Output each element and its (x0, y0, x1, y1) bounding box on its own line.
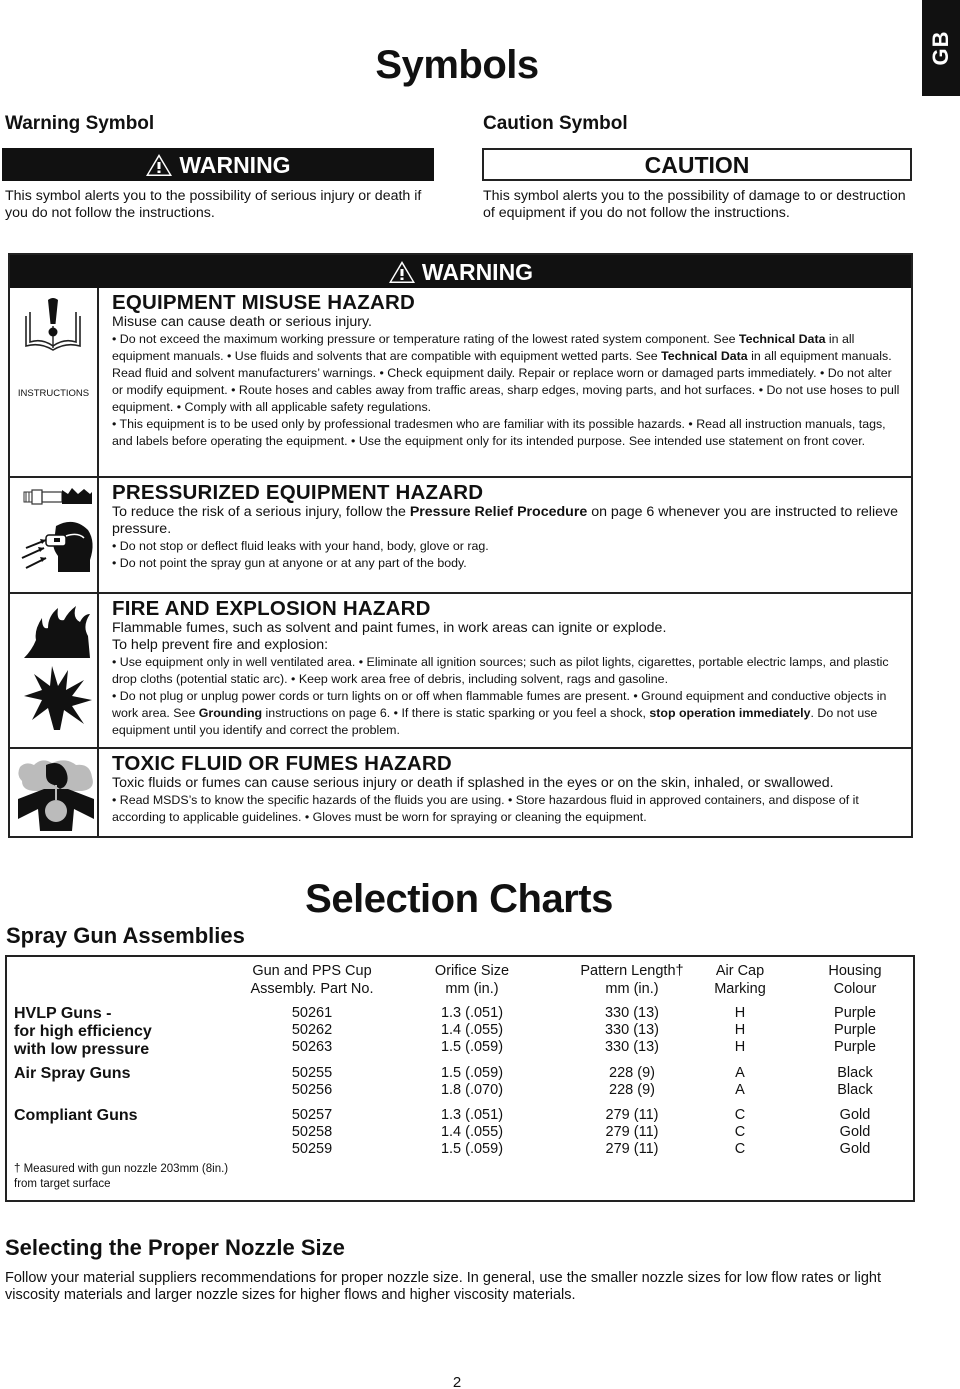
warning-symbol-heading: Warning Symbol (5, 113, 155, 134)
warning-symbol-description: This symbol alerts you to the possibilit… (5, 188, 422, 221)
hazard-body: • Read MSDS’s to know the specific hazar… (112, 793, 859, 824)
table-cell: Gold (839, 1124, 871, 1140)
hazard-body: • Do not exceed the maximum working pres… (112, 332, 900, 448)
table-cell: Purple (834, 1005, 876, 1021)
page-title-selection-charts: Selection Charts (305, 877, 613, 921)
page-title-symbols: Symbols (375, 43, 539, 87)
table-cell: 1.5 (.059) (440, 1141, 504, 1157)
hazard-box-header-label: WARNING (421, 258, 534, 285)
page-number: 2 (452, 1374, 462, 1389)
caution-symbol-heading: Caution Symbol (483, 113, 628, 134)
warning-triangle-icon (145, 153, 173, 177)
hazard-title: EQUIPMENT MISUSE HAZARD (112, 291, 416, 314)
table-cell: 50257 (291, 1107, 333, 1123)
column-header: Housing Colour (828, 963, 882, 997)
hazard-text: PRESSURIZED EQUIPMENT HAZARD To reduce t… (112, 482, 903, 572)
table-cell: 50258 (291, 1124, 333, 1140)
table-cell: 50259 (291, 1141, 333, 1157)
table-cell: 1.3 (.051) (440, 1005, 504, 1021)
warning-banner-label: WARNING (179, 151, 291, 178)
instructions-icon-label: INSTRUCTIONS (17, 388, 90, 399)
hazard-icon-cell (10, 594, 99, 747)
toxic-fumes-icon (18, 760, 94, 831)
table-cell: 1.5 (.059) (440, 1065, 504, 1081)
table-cell: Gold (839, 1107, 871, 1123)
table-cell: 50255 (291, 1065, 333, 1081)
pressurized-hose-injection-icon (21, 488, 93, 572)
caution-symbol-description: This symbol alerts you to the possibilit… (483, 188, 906, 221)
caution-banner-label: CAUTION (644, 151, 750, 178)
hazard-row-equipment-misuse: INSTRUCTIONS EQUIPMENT MISUSE HAZARD Mis… (10, 288, 911, 476)
hazard-text: TOXIC FLUID OR FUMES HAZARD Toxic fluids… (112, 753, 903, 826)
hazard-lead-2: To help prevent fire and explosion: (112, 637, 329, 653)
fire-explosion-icon (24, 606, 92, 730)
spray-gun-assemblies-heading: Spray Gun Assemblies (6, 923, 245, 948)
hazard-title: TOXIC FLUID OR FUMES HAZARD (112, 752, 452, 775)
table-cell: Purple (834, 1022, 876, 1038)
group-label: Air Spray Guns (14, 1065, 131, 1082)
table-cell: Black (837, 1082, 873, 1098)
warning-triangle-icon (388, 260, 416, 284)
hazard-row-toxic-fumes: TOXIC FLUID OR FUMES HAZARD Toxic fluids… (10, 747, 911, 836)
hazard-row-pressurized-equipment: PRESSURIZED EQUIPMENT HAZARD To reduce t… (10, 476, 911, 592)
nozzle-size-heading: Selecting the Proper Nozzle Size (5, 1235, 345, 1260)
language-tab-gb: GB (922, 0, 960, 96)
hazard-title: FIRE AND EXPLOSION HAZARD (112, 597, 431, 620)
table-footnote: † Measured with gun nozzle 203mm (8in.) … (14, 1163, 229, 1190)
table-cell: 1.8 (.070) (440, 1082, 504, 1098)
table-cell: 50261 (291, 1005, 333, 1021)
table-cell: 1.4 (.055) (440, 1022, 504, 1038)
group-label: Compliant Guns (14, 1107, 138, 1124)
table-cell: 50262 (291, 1022, 333, 1038)
hazard-lead: Misuse can cause death or serious injury… (112, 314, 372, 330)
table-cell: Gold (839, 1141, 871, 1157)
table-cell: 50263 (291, 1039, 333, 1055)
hazard-text: EQUIPMENT MISUSE HAZARD Misuse can cause… (112, 292, 903, 450)
caution-banner: CAUTION (482, 148, 912, 181)
table-cell: 50256 (291, 1082, 333, 1098)
table-cell: 1.5 (.059) (440, 1039, 504, 1055)
table-cell: Purple (834, 1039, 876, 1055)
language-tab-label: GB (928, 30, 953, 66)
spray-gun-selection-table: Gun and PPS Cup Assembly. Part No. Orifice… (5, 955, 915, 1202)
table-cell: Black (837, 1065, 873, 1081)
column-header: Orifice Size mm (in.) (434, 963, 510, 997)
hazard-icon-cell (10, 478, 99, 592)
hazard-text: FIRE AND EXPLOSION HAZARD Flammable fume… (112, 598, 903, 739)
group-label: HVLP Guns - for high efficiency with low p… (14, 1005, 152, 1058)
table-cell: 1.4 (.055) (440, 1124, 504, 1140)
hazard-bullet: • Do not point the spray gun at anyone o… (112, 556, 467, 570)
hazard-bullet: • Do not stop or deflect fluid leaks wit… (112, 539, 489, 553)
instructions-book-icon (25, 298, 81, 351)
warning-banner: WARNING (2, 148, 434, 181)
hazard-lead: Toxic fluids or fumes can cause serious … (112, 775, 834, 791)
table-cell: 1.3 (.051) (440, 1107, 504, 1123)
hazard-icon-cell (10, 749, 99, 836)
hazard-lead: Flammable fumes, such as solvent and pai… (112, 620, 667, 636)
hazard-icon-cell: INSTRUCTIONS (10, 288, 99, 476)
hazard-row-fire-explosion: FIRE AND EXPLOSION HAZARD Flammable fume… (10, 592, 911, 747)
column-header: Gun and PPS Cup Assembly. Part No. (250, 963, 374, 997)
hazard-warning-box: WARNING INSTRUCTIONS EQUIPMENT MISUSE HA… (8, 253, 913, 838)
nozzle-size-text: Follow your material suppliers recommend… (5, 1270, 882, 1303)
hazard-body: • Use equipment only in well ventilated … (112, 655, 889, 737)
hazard-lead: To reduce the risk of a serious injury, … (112, 504, 898, 537)
hazard-box-header: WARNING (10, 255, 911, 288)
hazard-title: PRESSURIZED EQUIPMENT HAZARD (112, 481, 484, 504)
